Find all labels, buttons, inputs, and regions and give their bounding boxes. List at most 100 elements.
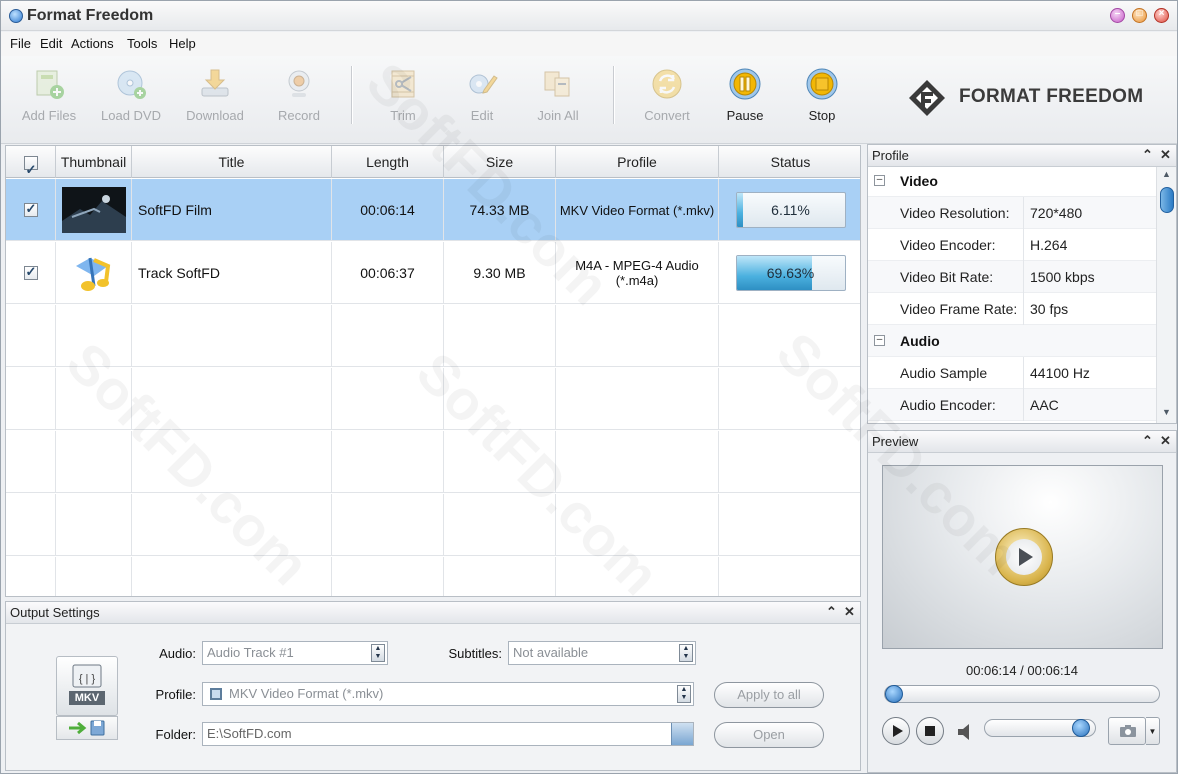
close-icon[interactable]: ✕ [1160,147,1171,163]
property-key: Audio Sample Rate: [900,357,1024,413]
trim-button[interactable]: Trim [365,64,441,128]
double-chevron-up-icon[interactable]: ⌃ [826,604,837,620]
pause-icon [729,68,761,100]
menu-edit[interactable]: Edit [40,36,62,51]
load-dvd-button[interactable]: Load DVD [93,64,169,128]
row-profile[interactable]: MKV Video Format (*.mkv) [556,179,719,241]
close-window-button[interactable]: × [1154,8,1169,23]
audio-select-value: Audio Track #1 [207,645,294,660]
row-profile[interactable]: M4A - MPEG-4 Audio (*.m4a) [556,242,719,304]
open-folder-button[interactable]: Open [714,722,824,748]
menu-tools[interactable]: Tools [127,36,157,51]
folder-input-value: E:\SoftFD.com [207,726,292,741]
record-button[interactable]: Record [261,64,337,128]
snapshot-dropdown[interactable]: ▼ [1146,717,1160,745]
volume-knob[interactable] [1072,719,1091,737]
download-button[interactable]: Download [177,64,253,128]
title-bar[interactable]: Format Freedom – □ × [1,1,1177,31]
output-format-tile[interactable]: { | } MKV [56,656,118,716]
row-checkbox[interactable] [23,264,38,280]
empty-cell [556,431,719,493]
film-format-icon: { | } [69,664,105,705]
empty-cell [56,557,132,596]
menu-file[interactable]: File [10,36,31,51]
audio-select[interactable]: Audio Track #1 ▲ ▼ [202,641,388,665]
pause-button[interactable]: Pause [707,64,783,128]
collapse-icon[interactable]: – [874,175,885,186]
empty-cell [132,557,332,596]
browse-folder-icon[interactable] [671,723,693,745]
menu-help[interactable]: Help [169,36,196,51]
column-thumbnail[interactable]: Thumbnail [56,146,132,178]
progress-bar: 6.11% [735,192,846,228]
maximize-icon: □ [1136,8,1143,19]
convert-button[interactable]: Convert [629,64,705,128]
stop-icon [806,68,838,100]
play-overlay-button[interactable] [995,528,1053,586]
spin-arrows-icon[interactable]: ▲ ▼ [371,644,385,662]
play-button[interactable] [882,717,910,745]
scroll-up-icon[interactable]: ▲ [1162,169,1171,179]
table-row[interactable]: SoftFD Film 00:06:14 74.33 MB MKV Video … [6,179,860,241]
profile-property: Video Encoder: H.264 [868,229,1156,261]
apply-to-all-button[interactable]: Apply to all [714,682,824,708]
column-profile[interactable]: Profile [556,146,719,178]
row-status: 69.63% [719,242,860,304]
double-chevron-up-icon[interactable]: ⌃ [1142,147,1153,163]
empty-cell [556,305,719,367]
row-checkbox[interactable] [23,201,38,217]
select-all-column[interactable] [6,146,56,186]
close-icon[interactable]: ✕ [844,604,855,620]
table-row[interactable]: Track SoftFD 00:06:37 9.30 MB M4A - MPEG… [6,242,860,304]
snapshot-button[interactable] [1108,717,1146,745]
seek-knob[interactable] [885,685,903,703]
scrollbar-thumb[interactable] [1160,187,1174,213]
volume-icon[interactable] [956,722,976,742]
volume-slider[interactable] [984,719,1096,737]
double-chevron-up-icon[interactable]: ⌃ [1142,433,1153,449]
preview-screen[interactable] [882,465,1163,649]
maximize-button[interactable]: □ [1132,8,1147,23]
profile-group-video[interactable]: – Video [868,165,1156,197]
column-length[interactable]: Length [332,146,444,178]
scroll-down-icon[interactable]: ▼ [1162,407,1171,417]
stop-playback-button[interactable] [916,717,944,745]
close-icon: × [1158,8,1165,19]
profile-group-audio[interactable]: – Audio [868,325,1156,357]
property-value: 720*480 [1030,205,1083,221]
film-icon [210,688,222,700]
play-icon [893,725,903,737]
download-label: Download [186,108,244,123]
empty-cell [556,494,719,556]
join-all-button[interactable]: Join All [520,64,596,128]
empty-row [6,494,860,556]
subtitles-select[interactable]: Not available ▲ ▼ [508,641,696,665]
empty-cell [6,494,56,556]
spin-arrows-icon[interactable]: ▲ ▼ [679,644,693,662]
row-title: Track SoftFD [132,242,332,304]
profile-select[interactable]: MKV Video Format (*.mkv) ▲ ▼ [202,682,694,706]
select-all-checkbox[interactable] [23,154,38,186]
profile-scrollbar[interactable]: ▲ ▼ [1156,167,1176,423]
collapse-icon[interactable]: – [874,335,885,346]
row-checkbox-cell[interactable] [6,179,56,241]
add-files-button[interactable]: Add Files [11,64,87,128]
menu-actions[interactable]: Actions [71,36,114,51]
folder-input[interactable]: E:\SoftFD.com [202,722,694,746]
empty-cell [56,431,132,493]
edit-button[interactable]: Edit [444,64,520,128]
stop-button[interactable]: Stop [784,64,860,128]
spin-arrows-icon[interactable]: ▲ ▼ [677,685,691,703]
close-icon[interactable]: ✕ [1160,433,1171,449]
row-checkbox-cell[interactable] [6,242,56,304]
save-profile-button[interactable] [56,716,118,740]
convert-icon [652,69,682,99]
minimize-button[interactable]: – [1110,8,1125,23]
toolbar-separator [351,66,352,124]
edit-label: Edit [470,108,494,123]
column-status[interactable]: Status [719,146,860,178]
column-size[interactable]: Size [444,146,556,178]
seek-slider[interactable] [884,685,1160,703]
brand-name: FORMAT FREEDOM [959,86,1144,107]
column-title[interactable]: Title [132,146,332,178]
